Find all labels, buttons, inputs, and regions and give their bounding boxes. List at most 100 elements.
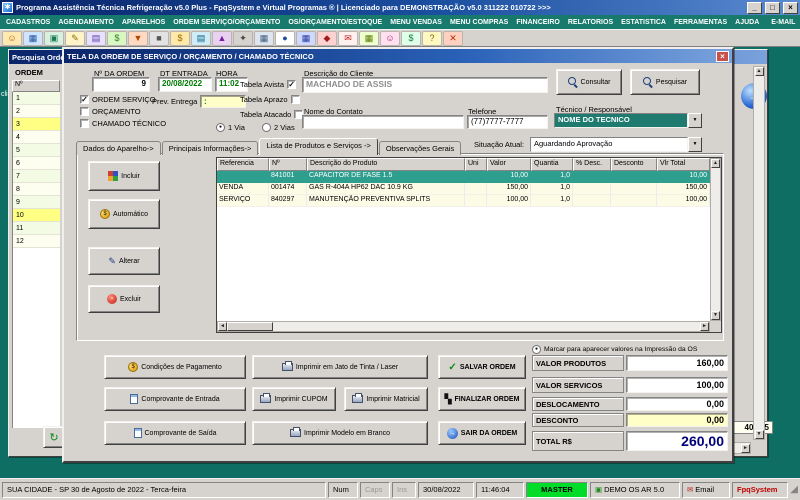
- technician-combobox[interactable]: NOME DO TECNICO ▼: [554, 113, 702, 128]
- calculator-icon[interactable]: ▦: [296, 30, 316, 46]
- ordem-servico-checkbox[interactable]: ✓ ORDEM SERVIÇO: [80, 95, 156, 104]
- scroll-right-icon[interactable]: ►: [741, 443, 750, 453]
- via-2-radio[interactable]: 2 Vias: [262, 123, 295, 132]
- finalizar-ordem-button[interactable]: ▚ FINALIZAR ORDEM: [438, 387, 526, 411]
- tab-observacoes-gerais[interactable]: Observações Gerais: [378, 141, 462, 155]
- show-values-radio[interactable]: ● Marcar para aparecer valores na Impres…: [532, 345, 697, 354]
- tab-dados-aparelho[interactable]: Dados do Aparelho->: [76, 141, 161, 155]
- menu-item[interactable]: MENU VENDAS: [386, 19, 446, 26]
- order-number-field[interactable]: 9: [92, 77, 150, 92]
- pesquisa-row[interactable]: 8: [13, 183, 60, 196]
- menu-item[interactable]: FERRAMENTAS: [670, 19, 731, 26]
- resize-grip[interactable]: ◢: [790, 484, 798, 495]
- pesquisa-vscrollbar[interactable]: ▲ ▼: [753, 66, 765, 440]
- agenda-icon[interactable]: ▦: [23, 30, 43, 46]
- stock-icon[interactable]: ■: [149, 30, 169, 46]
- via-1-radio[interactable]: ● 1 Via: [216, 123, 245, 132]
- appliances-icon[interactable]: ▣: [44, 30, 64, 46]
- finance-icon[interactable]: $: [170, 30, 190, 46]
- scroll-up-icon[interactable]: ▲: [711, 159, 720, 168]
- tabela-aprazo-checkbox[interactable]: Tabela Aprazo: [240, 95, 300, 104]
- scroll-down-icon[interactable]: ▼: [711, 311, 720, 320]
- menu-item[interactable]: ESTATISTICA: [617, 19, 670, 26]
- phone-field[interactable]: (77)7777-7777: [467, 115, 548, 129]
- tabela-avista-checkbox[interactable]: Tabela Avista ✓: [240, 80, 297, 89]
- chevron-down-icon[interactable]: ▼: [688, 137, 702, 152]
- statistics-icon[interactable]: ▲: [212, 30, 232, 46]
- minimize-button[interactable]: _: [747, 1, 762, 14]
- menu-item[interactable]: MENU COMPRAS: [446, 19, 512, 26]
- scroll-up-icon[interactable]: ▲: [754, 67, 764, 76]
- chamado-tecnico-checkbox[interactable]: CHAMADO TÉCNICO: [80, 119, 166, 128]
- grid-hscrollbar[interactable]: ◄ ►: [217, 321, 710, 332]
- exit-icon[interactable]: ✕: [443, 30, 463, 46]
- money-icon[interactable]: $: [401, 30, 421, 46]
- budget-icon[interactable]: ▤: [86, 30, 106, 46]
- pesquisa-row[interactable]: 5: [13, 144, 60, 157]
- pesquisa-row[interactable]: 3: [13, 118, 60, 131]
- status-email[interactable]: ✉ Email: [682, 481, 730, 498]
- comprovante-saida-button[interactable]: Comprovante de Saída: [104, 421, 246, 445]
- tab-principais-informacoes[interactable]: Principais Informações->: [161, 141, 259, 155]
- incluir-button[interactable]: Incluir: [88, 161, 160, 191]
- chevron-down-icon[interactable]: ▼: [688, 113, 702, 128]
- pesquisa-row[interactable]: 1: [13, 92, 60, 105]
- users-icon[interactable]: ☺: [380, 30, 400, 46]
- purchases-icon[interactable]: ▼: [128, 30, 148, 46]
- menu-item[interactable]: AGENDAMENTO: [54, 19, 117, 26]
- scroll-left-icon[interactable]: ◄: [218, 322, 227, 331]
- table-row[interactable]: VENDA 001474 GAS R-404A HP62 DAC 10.9 KG…: [217, 183, 721, 195]
- tools-icon[interactable]: ✦: [233, 30, 253, 46]
- salvar-ordem-button[interactable]: ✓ SALVAR ORDEM: [438, 355, 526, 379]
- comprovante-entrada-button[interactable]: Comprovante de Entrada: [104, 387, 246, 411]
- alterar-button[interactable]: ✎ Alterar: [88, 247, 160, 275]
- menu-item[interactable]: FINANCEIRO: [512, 19, 564, 26]
- imprimir-matricial-button[interactable]: Imprimir Matricial: [344, 387, 428, 411]
- maximize-button[interactable]: □: [765, 1, 780, 14]
- imprimir-jato-laser-button[interactable]: Imprimir em Jato de Tinta / Laser: [252, 355, 428, 379]
- grid-vscrollbar[interactable]: ▲ ▼: [710, 158, 721, 321]
- menu-item[interactable]: CADASTROS: [2, 19, 54, 26]
- pesquisa-row[interactable]: 2: [13, 105, 60, 118]
- pesquisa-row[interactable]: 12: [13, 235, 60, 248]
- scrollbar-thumb[interactable]: [227, 322, 273, 331]
- consultar-button[interactable]: Consultar: [556, 69, 622, 95]
- contact-name-field[interactable]: [302, 115, 464, 129]
- situacao-combobox[interactable]: Aguardando Aprovação ▼: [530, 137, 702, 152]
- reports-icon[interactable]: ▤: [191, 30, 211, 46]
- condicoes-pagamento-button[interactable]: $ Condições de Pagamento: [104, 355, 246, 379]
- automatico-button[interactable]: $ Automático: [88, 199, 160, 229]
- pesquisar-button[interactable]: Pesquisar: [630, 69, 700, 95]
- pesquisa-row[interactable]: 11: [13, 222, 60, 235]
- menu-item[interactable]: ORDEM SERVIÇO/ORÇAMENTO: [169, 19, 284, 26]
- entry-date-field[interactable]: 20/08/2022: [158, 77, 212, 92]
- pesquisa-row[interactable]: 7: [13, 170, 60, 183]
- clients-icon[interactable]: ☺: [2, 30, 22, 46]
- tabela-atacado-checkbox[interactable]: Tabela Atacado: [240, 110, 304, 119]
- dialog-close-button[interactable]: ×: [716, 50, 729, 62]
- tab-lista-produtos-servicos[interactable]: Lista de Produtos e Serviços ->: [259, 138, 378, 155]
- pesquisa-row[interactable]: 10: [13, 209, 60, 222]
- menu-item[interactable]: RELATORIOS: [564, 19, 617, 26]
- backup-icon[interactable]: ◆: [317, 30, 337, 46]
- pesquisa-row[interactable]: 9: [13, 196, 60, 209]
- imprimir-cupom-button[interactable]: Imprimir CUPOM: [252, 387, 336, 411]
- scroll-right-icon[interactable]: ►: [700, 322, 709, 331]
- pesquisa-row[interactable]: 4: [13, 131, 60, 144]
- email-icon[interactable]: ✉: [338, 30, 358, 46]
- client-name-field[interactable]: MACHADO DE ASSIS: [302, 77, 548, 93]
- service-order-icon[interactable]: ✎: [65, 30, 85, 46]
- excluir-button[interactable]: - Excluir: [88, 285, 160, 313]
- search-icon[interactable]: ●: [275, 30, 295, 46]
- close-button[interactable]: ×: [783, 1, 798, 14]
- pesquisa-row[interactable]: 6: [13, 157, 60, 170]
- sales-icon[interactable]: $: [107, 30, 127, 46]
- help-icon[interactable]: ?: [422, 30, 442, 46]
- table-row[interactable]: SERVIÇO 840297 MANUTENÇÃO PREVENTIVA SPL…: [217, 195, 721, 207]
- menu-item[interactable]: OS/ORÇAMENTO/ESTOQUE: [284, 19, 386, 26]
- sair-ordem-button[interactable]: → SAIR DA ORDEM: [438, 421, 526, 445]
- imprimir-modelo-branco-button[interactable]: Imprimir Modelo em Branco: [252, 421, 428, 445]
- menu-item[interactable]: APARELHOS: [118, 19, 169, 26]
- calendar-icon[interactable]: ▦: [359, 30, 379, 46]
- menu-item[interactable]: AJUDA: [731, 19, 763, 26]
